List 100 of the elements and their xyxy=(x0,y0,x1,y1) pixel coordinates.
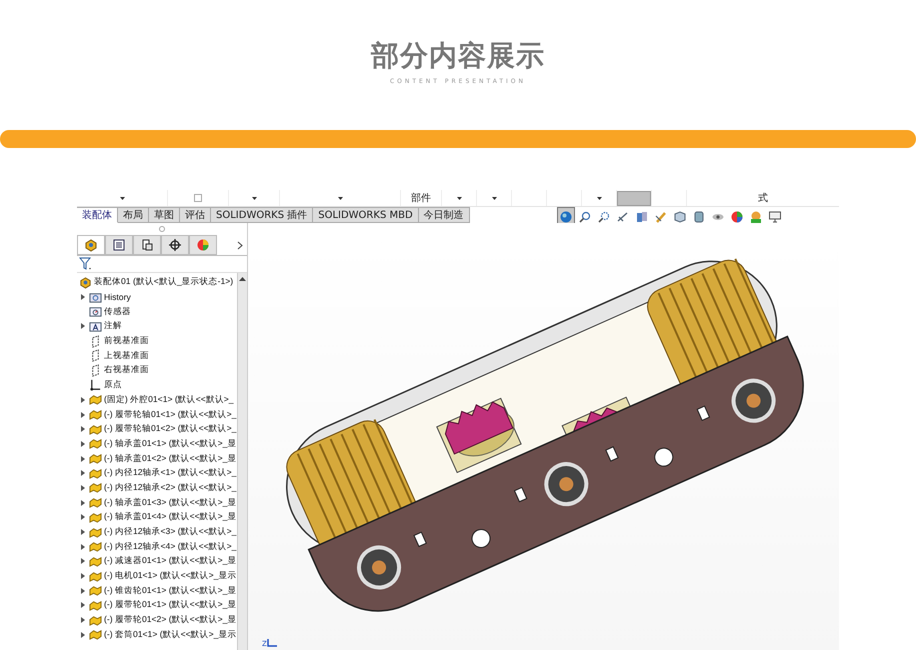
color-wheel-icon xyxy=(196,238,210,252)
part-icon xyxy=(89,598,102,612)
expand-arrow-icon[interactable] xyxy=(81,617,85,624)
expand-arrow-icon[interactable] xyxy=(81,544,85,550)
expand-arrow-icon[interactable] xyxy=(81,470,85,476)
tree-item[interactable]: (-) 履带轮01<1> (默认<<默认>_显 xyxy=(104,599,236,612)
expand-arrow-icon[interactable] xyxy=(81,573,85,580)
assembly-icon xyxy=(79,276,92,289)
expand-arrow-icon[interactable] xyxy=(81,514,85,520)
ribbon-button[interactable] xyxy=(617,190,651,206)
expand-arrow-icon[interactable] xyxy=(81,456,85,462)
tree-item[interactable]: (-) 减速器01<1> (默认<<默认>_显 xyxy=(104,555,236,568)
history-folder-icon xyxy=(89,290,102,304)
ribbon-tab[interactable]: SOLIDWORKS 插件 xyxy=(211,207,314,223)
ribbon-tab[interactable]: SOLIDWORKS MBD xyxy=(313,207,419,223)
caret-icon[interactable] xyxy=(492,196,496,200)
caret-icon[interactable] xyxy=(338,196,342,200)
part-icon xyxy=(89,481,102,494)
expand-arrow-icon[interactable] xyxy=(81,426,85,432)
scroll-up-arrow-icon[interactable] xyxy=(239,276,246,281)
page-title: 部分内容展示 xyxy=(371,38,545,74)
tree-item[interactable]: 装配体01 (默认<默认_显示状态-1>) xyxy=(94,276,234,288)
color-wheel-icon xyxy=(730,210,744,224)
caret-icon[interactable] xyxy=(252,196,256,200)
part-icon xyxy=(89,393,102,406)
tree-item[interactable]: 注解 xyxy=(104,320,122,332)
monitor-icon xyxy=(768,210,782,224)
caret-icon[interactable] xyxy=(456,196,462,200)
expand-arrow-icon[interactable] xyxy=(81,294,85,300)
expand-arrow-icon[interactable] xyxy=(81,588,85,594)
filter-icon[interactable] xyxy=(79,257,93,271)
document-icon xyxy=(140,238,154,252)
part-icon xyxy=(89,584,102,598)
part-icon xyxy=(89,466,102,480)
scene-icon xyxy=(748,210,763,224)
tree-item[interactable]: History xyxy=(104,292,131,302)
expand-arrow-icon[interactable] xyxy=(81,602,85,608)
list-icon xyxy=(112,238,126,252)
panel-tab[interactable] xyxy=(133,235,161,255)
magnifier-icon xyxy=(578,210,592,224)
crosshair-icon xyxy=(168,238,182,252)
expand-arrow-icon[interactable] xyxy=(81,323,85,330)
expand-arrow-icon[interactable] xyxy=(81,558,85,564)
scrollbar[interactable] xyxy=(237,273,247,650)
tree-item[interactable]: 原点 xyxy=(104,379,122,392)
tree-item[interactable]: (-) 轴承盖01<1> (默认<<默认>_显 xyxy=(104,438,236,450)
caret-icon[interactable] xyxy=(120,196,124,200)
part-icon xyxy=(89,496,102,510)
tree-item[interactable]: 右视基准面 xyxy=(104,364,149,376)
expand-arrow-icon[interactable] xyxy=(81,484,85,491)
tree-item[interactable]: 传感器 xyxy=(104,306,131,318)
part-icon xyxy=(89,526,102,539)
expand-arrow-icon[interactable] xyxy=(81,529,85,536)
tree-item[interactable]: 前视基准面 xyxy=(104,335,149,348)
expand-arrow-icon[interactable] xyxy=(81,440,85,447)
sphere-icon xyxy=(558,210,573,224)
part-icon xyxy=(89,452,102,466)
brush-icon xyxy=(654,210,668,224)
ribbon-tab[interactable]: 草图 xyxy=(149,207,180,223)
origin-icon xyxy=(89,378,102,392)
ribbon-tab[interactable]: 布局 xyxy=(118,207,149,223)
panel-tab[interactable] xyxy=(105,235,133,255)
tree-item[interactable]: (-) 履带轮01<2> (默认<<默认>_显 xyxy=(104,614,236,626)
ribbon-tab[interactable]: 今日制造 xyxy=(418,207,470,223)
tree-item[interactable]: (固定) 外腔01<1> (默认<<默认>_ xyxy=(104,394,234,406)
chevron-right-icon[interactable] xyxy=(237,240,243,250)
tree-item[interactable]: (-) 轴承盖01<4> (默认<<默认>_显 xyxy=(104,511,236,524)
part-icon xyxy=(89,437,102,450)
tree-item[interactable]: (-) 内径12轴承<2> (默认<<默认>_ xyxy=(104,482,236,494)
sensor-folder-icon xyxy=(89,305,102,318)
tree-item[interactable]: (-) 轴承盖01<3> (默认<<默认>_显 xyxy=(104,496,236,509)
tree-item[interactable]: (-) 履带轮轴01<1> (默认<<默认>_ xyxy=(104,408,236,421)
annotation-folder-icon xyxy=(89,320,102,333)
panel-tab[interactable] xyxy=(77,235,105,255)
tree-item[interactable]: (-) 轴承盖01<2> (默认<<默认>_显 xyxy=(104,452,236,465)
expand-arrow-icon[interactable] xyxy=(81,396,85,403)
ribbon-tab[interactable]: 评估 xyxy=(180,207,211,223)
tree-item[interactable]: (-) 履带轮轴01<2> (默认<<默认>_ xyxy=(104,423,236,436)
checkbox[interactable] xyxy=(194,194,202,202)
expand-arrow-icon[interactable] xyxy=(81,500,85,506)
part-icon xyxy=(89,628,102,642)
section-view-icon xyxy=(634,210,649,224)
tree-item[interactable]: (-) 内径12轴承<3> (默认<<默认>_ xyxy=(104,526,236,538)
part-icon xyxy=(89,614,102,627)
assembly-icon xyxy=(84,238,98,252)
part-icon xyxy=(89,510,102,524)
panel-tab[interactable] xyxy=(161,235,189,255)
tree-item[interactable]: (-) 内径12轴承<1> (默认<<默认>_ xyxy=(104,467,236,480)
caret-icon[interactable] xyxy=(596,196,602,200)
tree-item[interactable]: (-) 内径12轴承<4> (默认<<默认>_ xyxy=(104,540,236,553)
part-icon xyxy=(89,540,102,554)
expand-arrow-icon[interactable] xyxy=(81,412,85,418)
tree-item[interactable]: (-) 电机01<1> (默认<<默认>_显示 xyxy=(104,570,236,582)
tree-item[interactable]: 上视基准面 xyxy=(104,350,149,362)
ribbon-tab[interactable]: 装配体 xyxy=(77,207,118,223)
ribbon-label: 式 xyxy=(758,192,768,205)
tree-item[interactable]: (-) 锥齿轮01<1> (默认<<默认>_显 xyxy=(104,584,236,597)
ribbon-label: 部件 xyxy=(411,192,431,205)
expand-arrow-icon[interactable] xyxy=(81,632,85,638)
tree-item[interactable]: (-) 套筒01<1> (默认<<默认>_显示 xyxy=(104,628,236,641)
